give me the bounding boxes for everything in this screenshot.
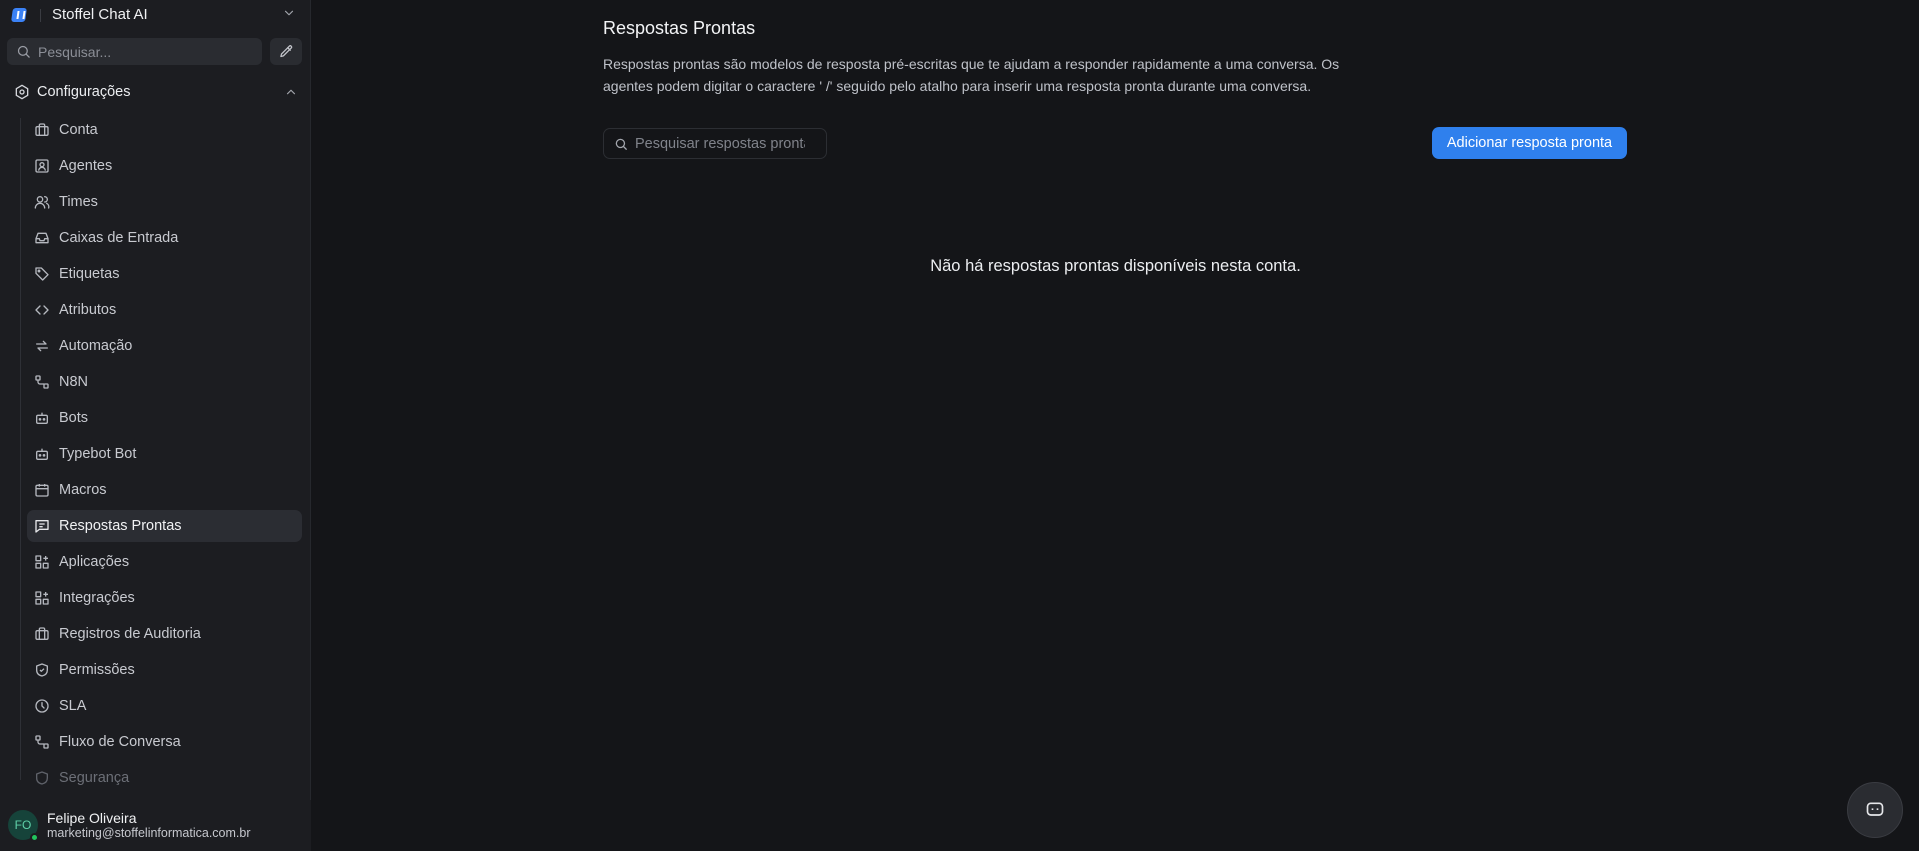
message-square-icon (34, 518, 50, 534)
sidebar-item-integracoes[interactable]: Integrações (27, 582, 302, 614)
chat-widget-button[interactable] (1847, 782, 1903, 838)
sidebar-item-label: Respostas Prontas (59, 518, 182, 534)
search-icon (614, 137, 628, 151)
contact-square-icon (34, 158, 50, 174)
nav-tree-line (20, 118, 21, 780)
sidebar-item-label: Atributos (59, 302, 117, 318)
settings-section-toggle[interactable]: Configurações (7, 80, 304, 104)
sidebar-item-seguranca[interactable]: Segurança (27, 762, 302, 794)
sidebar-item-automacao[interactable]: Automação (27, 330, 302, 362)
sidebar-item-etiquetas[interactable]: Etiquetas (27, 258, 302, 290)
briefcase-icon (34, 122, 50, 138)
sidebar-item-label: Fluxo de Conversa (59, 734, 181, 750)
empty-state-message: Não há respostas prontas disponíveis nes… (930, 257, 1301, 275)
sidebar-item-n8n[interactable]: N8N (27, 366, 302, 398)
divider (40, 9, 41, 22)
user-email: marketing@stoffelinformatica.com.br (47, 826, 251, 840)
apps-icon (34, 590, 50, 606)
pencil-icon (279, 44, 294, 59)
sidebar-item-label: Macros (59, 482, 107, 498)
sidebar-item-label: Automação (59, 338, 133, 354)
sidebar-item-label: Permissões (59, 662, 135, 678)
tag-icon (34, 266, 50, 282)
sidebar-search[interactable] (7, 38, 262, 65)
bot-icon (34, 410, 50, 426)
page-description: Respostas prontas são modelos de respost… (603, 56, 1340, 94)
inbox-icon (34, 230, 50, 246)
sidebar-item-label: Etiquetas (59, 266, 120, 282)
chevron-up-icon (284, 85, 298, 99)
settings-section-label: Configurações (37, 84, 131, 100)
users-icon (34, 194, 50, 210)
sidebar-item-bots[interactable]: Bots (27, 402, 302, 434)
apps-icon (34, 554, 50, 570)
sidebar: Stoffel Chat AI Configurações Conta Agen… (0, 0, 311, 851)
sidebar-item-label: SLA (59, 698, 87, 714)
add-canned-response-button[interactable]: Adicionar resposta pronta (1432, 127, 1627, 159)
sidebar-item-sla[interactable]: SLA (27, 690, 302, 722)
sidebar-item-respostas-prontas[interactable]: Respostas Prontas (27, 510, 302, 542)
sidebar-item-typebot-bot[interactable]: Typebot Bot (27, 438, 302, 470)
sidebar-item-label: Bots (59, 410, 89, 426)
account-switcher[interactable]: Stoffel Chat AI (0, 0, 311, 30)
clock-icon (34, 698, 50, 714)
sidebar-item-times[interactable]: Times (27, 186, 302, 218)
online-status-dot (30, 833, 39, 842)
workflow-icon (34, 374, 50, 390)
sidebar-item-label: Registros de Auditoria (59, 626, 201, 642)
sidebar-item-label: Typebot Bot (59, 446, 137, 462)
arrows-repeat-icon (34, 338, 50, 354)
sidebar-item-label: Aplicações (59, 554, 130, 570)
brand-logo-icon (11, 8, 27, 22)
sidebar-item-label: Segurança (59, 770, 130, 786)
search-icon (16, 44, 31, 59)
gear-icon (14, 84, 30, 100)
calendar-icon (34, 482, 50, 498)
compose-button[interactable] (270, 38, 302, 65)
shield-icon (34, 662, 50, 678)
sidebar-item-agentes[interactable]: Agentes (27, 150, 302, 182)
sidebar-item-label: Times (59, 194, 98, 210)
workflow-icon (34, 734, 50, 750)
briefcase-icon (34, 626, 50, 642)
sidebar-item-permissoes[interactable]: Permissões (27, 654, 302, 686)
shield-icon (34, 770, 50, 786)
sidebar-item-label: Agentes (59, 158, 113, 174)
sidebar-item-macros[interactable]: Macros (27, 474, 302, 506)
bot-icon (34, 446, 50, 462)
sidebar-item-label: Conta (59, 122, 98, 138)
page-title: Respostas Prontas (603, 18, 756, 38)
sidebar-search-input[interactable] (38, 41, 253, 62)
sidebar-item-registros-de-auditoria[interactable]: Registros de Auditoria (27, 618, 302, 650)
account-name: Stoffel Chat AI (52, 6, 148, 23)
sidebar-item-label: N8N (59, 374, 89, 390)
code-icon (34, 302, 50, 318)
chat-bubble-icon (1865, 800, 1885, 820)
sidebar-item-conta[interactable]: Conta (27, 114, 302, 146)
user-profile[interactable]: FO Felipe Oliveira marketing@stoffelinfo… (0, 800, 311, 851)
sidebar-item-label: Caixas de Entrada (59, 230, 179, 246)
canned-responses-search-input[interactable] (635, 134, 805, 154)
user-name: Felipe Oliveira (47, 810, 137, 826)
chevron-down-icon[interactable] (282, 6, 296, 20)
sidebar-item-label: Integrações (59, 590, 135, 606)
sidebar-item-fluxo-de-conversa[interactable]: Fluxo de Conversa (27, 726, 302, 758)
sidebar-item-aplicacoes[interactable]: Aplicações (27, 546, 302, 578)
sidebar-item-atributos[interactable]: Atributos (27, 294, 302, 326)
canned-responses-search[interactable] (603, 128, 827, 159)
sidebar-item-caixas-de-entrada[interactable]: Caixas de Entrada (27, 222, 302, 254)
